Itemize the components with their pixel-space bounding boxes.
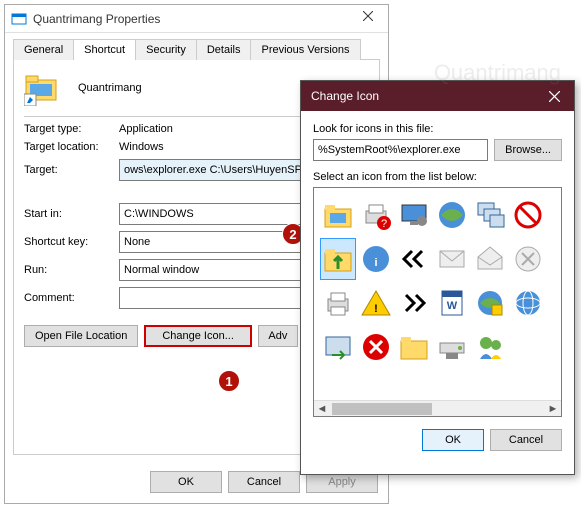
target-location-label: Target location: [24,141,119,153]
badge-1: 1 [218,370,240,392]
folder-icon[interactable] [320,194,356,236]
word-doc-icon[interactable]: W [434,282,470,324]
icon-path-input[interactable] [313,139,488,161]
shortcut-name: Quantrimang [78,82,142,94]
info-icon[interactable]: i [358,238,394,280]
run-label: Run: [24,264,119,276]
double-chevron-left-icon[interactable] [396,238,432,280]
folder-up-icon[interactable] [320,238,356,280]
svg-text:?: ? [381,218,387,230]
change-icon-button[interactable]: Change Icon... [144,325,252,347]
monitor-gear-icon[interactable] [396,194,432,236]
mail-open-icon[interactable] [472,238,508,280]
change-icon-dialog: Change Icon Look for icons in this file:… [300,80,575,475]
tab-previous-versions[interactable]: Previous Versions [250,39,360,60]
tab-details[interactable]: Details [196,39,252,60]
window-title: Quantrimang Properties [33,12,348,26]
window-icon [11,11,27,27]
cascade-windows-icon[interactable] [472,194,508,236]
printer-icon[interactable] [320,282,356,324]
error-red-icon[interactable] [358,326,394,368]
icon-list: ? i! W ◄ ► [313,187,562,417]
tab-shortcut[interactable]: Shortcut [73,39,136,60]
globe-icon[interactable] [434,194,470,236]
close-button[interactable] [348,2,388,30]
msn-user-icon[interactable] [472,326,508,368]
tab-general[interactable]: General [13,39,74,60]
open-file-location-button[interactable]: Open File Location [24,325,138,347]
globe-net-icon[interactable] [510,282,546,324]
horizontal-scrollbar[interactable]: ◄ ► [314,400,561,416]
svg-text:i: i [374,257,377,269]
blank-icon[interactable] [510,326,546,368]
scroll-left-icon[interactable]: ◄ [314,401,330,417]
dialog-titlebar: Change Icon [301,81,574,111]
double-chevron-right-icon[interactable] [396,282,432,324]
select-icon-label: Select an icon from the list below: [313,171,562,183]
svg-text:W: W [447,300,458,312]
advanced-button[interactable]: Adv [258,325,298,347]
shortcut-key-label: Shortcut key: [24,236,119,248]
no-entry-icon[interactable] [510,194,546,236]
tabs: General Shortcut Security Details Previo… [5,33,388,60]
warning-icon[interactable]: ! [358,282,394,324]
comment-label: Comment: [24,292,119,304]
start-in-label: Start in: [24,208,119,220]
look-for-label: Look for icons in this file: [313,123,562,135]
scroll-right-icon[interactable]: ► [545,401,561,417]
cancel-button[interactable]: Cancel [228,471,300,493]
mail-icon[interactable] [434,238,470,280]
ok-button[interactable]: OK [150,471,222,493]
tab-security[interactable]: Security [135,39,197,60]
target-type-label: Target type: [24,123,119,135]
browse-button[interactable]: Browse... [494,139,562,161]
dialog-ok-button[interactable]: OK [422,429,484,451]
scrollbar-thumb[interactable] [332,403,432,415]
svg-text:!: ! [374,303,378,315]
shortcut-folder-icon [24,70,60,106]
target-label: Target: [24,164,119,176]
titlebar: Quantrimang Properties [5,5,388,33]
printer-question-icon[interactable]: ? [358,194,394,236]
drive-network-icon[interactable] [434,326,470,368]
globe-lock-icon[interactable] [472,282,508,324]
folder-plain-icon[interactable] [396,326,432,368]
dialog-cancel-button[interactable]: Cancel [490,429,562,451]
dialog-title: Change Icon [311,89,534,103]
cancel-grey-icon[interactable] [510,238,546,280]
dialog-close-button[interactable] [534,81,574,111]
window-arrow-icon[interactable] [320,326,356,368]
